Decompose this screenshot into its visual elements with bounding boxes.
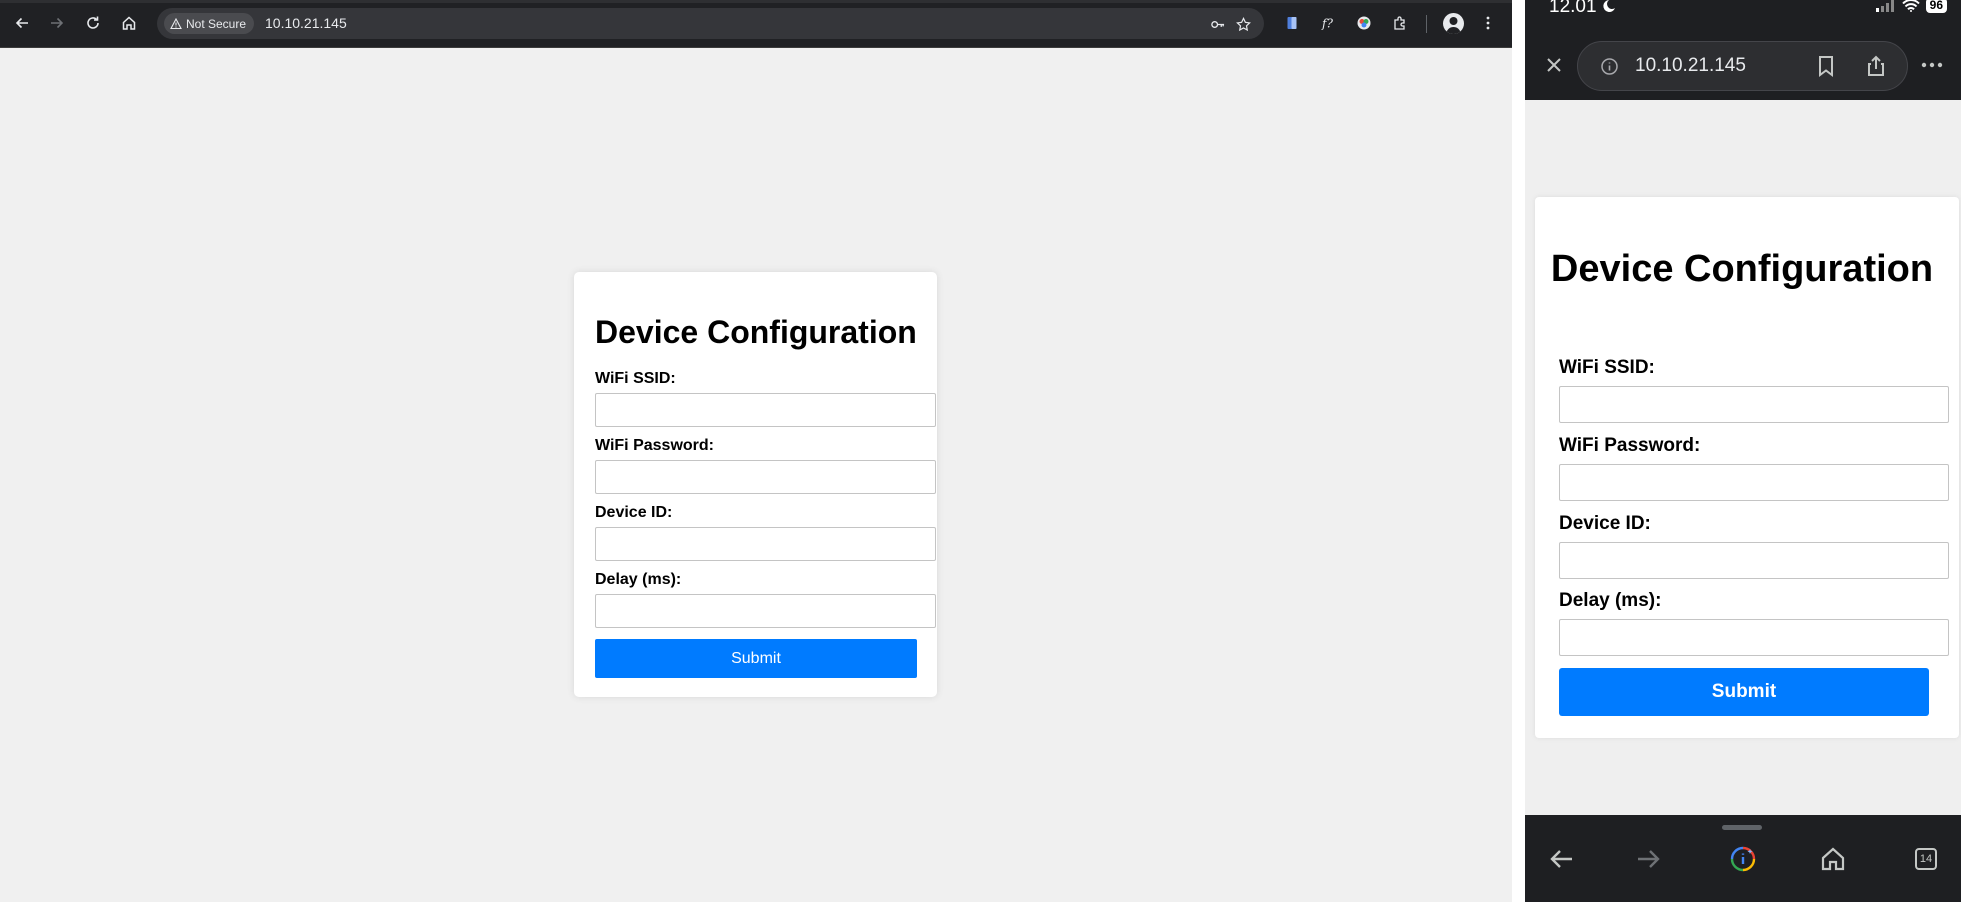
warning-triangle-icon — [170, 17, 182, 29]
back-arrow-icon — [1550, 850, 1572, 868]
extensions-button[interactable] — [1388, 11, 1412, 35]
desktop-browser-window: Not Secure 10.10.21.145 f? Device Config… — [0, 0, 1512, 902]
password-label: WiFi Password: — [595, 437, 714, 454]
mobile-address-bar[interactable]: 10.10.21.145 — [1577, 41, 1908, 91]
close-icon — [1547, 58, 1561, 72]
google-discover-icon — [1730, 846, 1756, 872]
home-icon — [122, 16, 136, 30]
profile-avatar[interactable] — [1443, 13, 1464, 34]
mobile-top-bar: 12.01 96 10.10.21.145 — [1525, 0, 1961, 100]
mobile-ssid-label: WiFi SSID: — [1559, 357, 1655, 378]
extensions-puzzle-icon — [1394, 16, 1405, 30]
mobile-ssid-input[interactable] — [1559, 386, 1949, 423]
tab-switcher-button[interactable]: 14 — [1909, 842, 1943, 876]
screenshot-divider — [1512, 0, 1525, 902]
tab-count-badge: 14 — [1915, 848, 1937, 870]
extension-function-icon: f? — [1321, 17, 1333, 31]
svg-text:f?: f? — [1321, 17, 1333, 31]
form-title: Device Configuration — [595, 314, 917, 350]
password-input[interactable] — [595, 460, 936, 494]
mobile-device-config-card: Device Configuration WiFi SSID: WiFi Pas… — [1535, 197, 1959, 738]
mobile-back-button[interactable] — [1545, 842, 1579, 876]
home-icon — [1821, 847, 1845, 871]
browser-menu-button[interactable] — [1476, 11, 1500, 35]
mobile-submit-button[interactable]: Submit — [1559, 668, 1929, 716]
wifi-icon — [1901, 0, 1920, 12]
more-horizontal-icon — [1921, 62, 1943, 68]
delay-input[interactable] — [595, 594, 936, 628]
star-icon — [1235, 16, 1251, 31]
mobile-delay-input[interactable] — [1559, 619, 1949, 656]
password-key-button[interactable] — [1207, 14, 1227, 34]
mobile-delay-label: Delay (ms): — [1559, 590, 1662, 611]
mobile-home-button[interactable] — [1816, 842, 1850, 876]
reload-button[interactable] — [81, 11, 105, 35]
status-indicators: 96 — [1875, 0, 1947, 13]
moon-icon — [1603, 0, 1615, 12]
mobile-browser-window: 12.01 96 10.10.21.145 Device Configurati… — [1525, 0, 1961, 902]
menu-kebab-icon — [1486, 16, 1490, 30]
ssid-input[interactable] — [595, 393, 936, 427]
ssid-label: WiFi SSID: — [595, 370, 676, 387]
delay-label: Delay (ms): — [595, 571, 682, 588]
status-time: 12.01 — [1549, 0, 1597, 17]
mobile-password-input[interactable] — [1559, 464, 1949, 501]
submit-button[interactable]: Submit — [595, 639, 917, 678]
mobile-forward-button[interactable] — [1631, 842, 1665, 876]
key-icon — [1210, 20, 1224, 28]
bookmark-star-button[interactable] — [1233, 14, 1253, 34]
security-chip[interactable]: Not Secure — [164, 13, 255, 34]
extension-function-button[interactable]: f? — [1316, 11, 1340, 35]
mobile-form-title: Device Configuration — [1550, 248, 1934, 290]
drag-handle[interactable] — [1722, 825, 1762, 830]
device-config-card: Device Configuration WiFi SSID: WiFi Pas… — [574, 272, 937, 697]
reload-icon — [87, 16, 99, 29]
close-tab-button[interactable] — [1541, 52, 1567, 78]
extension-color-icon — [1357, 16, 1371, 30]
device-id-label: Device ID: — [595, 504, 673, 521]
back-button[interactable] — [10, 11, 34, 35]
forward-arrow-icon — [1638, 850, 1660, 868]
more-options-button[interactable] — [1918, 52, 1946, 78]
back-icon — [15, 17, 28, 29]
mobile-address-url[interactable]: 10.10.21.145 — [1635, 55, 1746, 77]
google-lens-button[interactable] — [1726, 842, 1760, 876]
forward-icon — [51, 17, 64, 29]
device-id-input[interactable] — [595, 527, 936, 561]
toolbar-separator — [1426, 15, 1427, 33]
extension-doc-icon — [1287, 17, 1297, 29]
mobile-device-id-input[interactable] — [1559, 542, 1949, 579]
browser-toolbar: Not Secure 10.10.21.145 f? — [0, 0, 1512, 48]
extension-color-button[interactable] — [1352, 11, 1376, 35]
address-url[interactable]: 10.10.21.145 — [265, 15, 347, 31]
security-chip-label: Not Secure — [186, 16, 247, 31]
mobile-device-id-label: Device ID: — [1559, 513, 1651, 534]
profile-person-icon — [1446, 17, 1461, 34]
home-button[interactable] — [117, 11, 141, 35]
share-icon[interactable] — [1864, 54, 1888, 78]
extension-doc-button[interactable] — [1280, 11, 1304, 35]
bookmark-icon[interactable] — [1814, 54, 1838, 78]
address-bar[interactable]: Not Secure 10.10.21.145 — [157, 8, 1264, 39]
forward-button[interactable] — [45, 11, 69, 35]
battery-level: 96 — [1925, 0, 1947, 13]
mobile-bottom-bar: 14 — [1525, 815, 1961, 902]
signal-icon — [1875, 0, 1894, 12]
tab-strip-edge — [0, 0, 1512, 3]
info-icon[interactable] — [1600, 57, 1619, 76]
mobile-password-label: WiFi Password: — [1559, 435, 1701, 456]
